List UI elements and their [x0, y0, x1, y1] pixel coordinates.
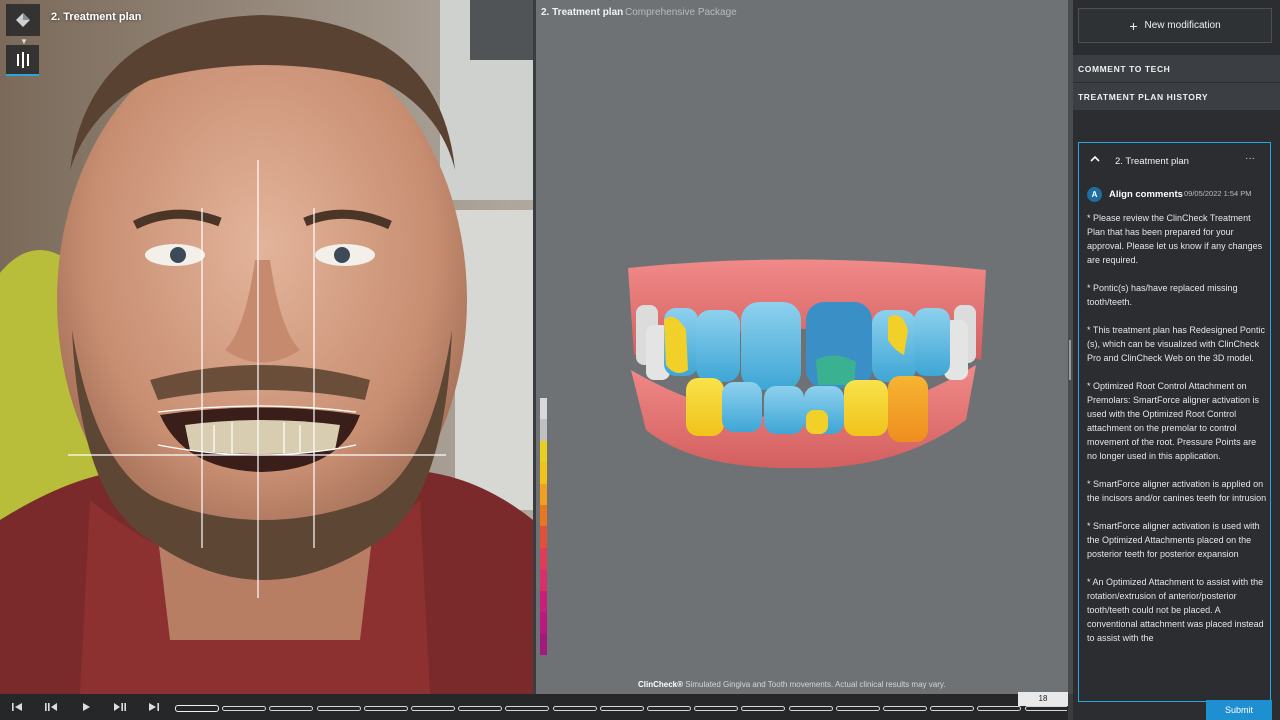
- comment-paragraph: * This treatment plan has Redesigned Pon…: [1087, 325, 1265, 363]
- timeline-stage-segment[interactable]: [505, 706, 550, 711]
- comment-paragraph: * SmartForce aligner activation is used …: [1087, 521, 1260, 559]
- comment-paragraph: * Pontic(s) has/have replaced missing to…: [1087, 283, 1238, 307]
- step-forward-icon: [114, 703, 126, 711]
- timeline-stage-segment[interactable]: [1024, 706, 1067, 711]
- timeline-stage-segment[interactable]: [977, 706, 1022, 711]
- skip-to-end-button[interactable]: [145, 700, 163, 714]
- timeline-stage-segment[interactable]: [222, 706, 267, 711]
- treatment-plan-card: 2. Treatment plan ··· A Align comments 0…: [1078, 142, 1271, 702]
- clincheck-3d-viewer[interactable]: 2. Treatment plan Comprehensive Package …: [536, 0, 1068, 694]
- app-window: ▼ 2. Treatment plan 2. Treatment plan Co…: [0, 0, 1280, 720]
- comment-paragraph: * Please review the ClinCheck Treatment …: [1087, 213, 1263, 265]
- disclaimer-brand: ClinCheck®: [638, 680, 684, 689]
- color-scale-swatch: [540, 462, 547, 484]
- new-modification-button[interactable]: + New modification: [1078, 8, 1272, 43]
- color-scale-swatch: [540, 633, 547, 655]
- timeline-stage-segment[interactable]: [647, 706, 691, 711]
- timeline-stage-segment[interactable]: [835, 706, 880, 711]
- bars-icon: [16, 51, 29, 68]
- stage-count-badge: 18: [1018, 692, 1068, 706]
- timeline-stage-segment[interactable]: [930, 706, 975, 711]
- skip-end-icon: [149, 703, 159, 711]
- comment-timestamp: 09/05/2022 1:54 PM: [1184, 189, 1252, 198]
- viewer-title: 2. Treatment plan: [541, 7, 624, 18]
- timeline-stage-segment[interactable]: [788, 706, 833, 711]
- ellipsis-icon[interactable]: ···: [1245, 153, 1255, 164]
- color-scale-swatch: [540, 547, 547, 570]
- skip-to-start-button[interactable]: [8, 700, 26, 714]
- view-toggle-button[interactable]: [6, 45, 39, 76]
- chevron-up-icon[interactable]: [1089, 153, 1101, 165]
- comment-to-tech-section[interactable]: COMMENT TO TECH: [1073, 55, 1280, 82]
- movement-color-scale: [540, 398, 547, 655]
- color-scale-swatch: [540, 569, 547, 591]
- comment-body: * Please review the ClinCheck Treatment …: [1087, 211, 1267, 659]
- step-back-button[interactable]: [42, 700, 60, 714]
- color-scale-swatch: [540, 419, 547, 441]
- splitter-grip[interactable]: [1069, 340, 1071, 380]
- timeline-stage-segment[interactable]: [599, 706, 644, 711]
- timeline-stage-segment[interactable]: [552, 706, 597, 711]
- color-scale-swatch: [540, 440, 547, 463]
- right-sidebar: + New modification COMMENT TO TECH TREAT…: [1073, 0, 1280, 720]
- avatar: A: [1087, 187, 1102, 202]
- viewer-subtitle: Comprehensive Package: [625, 7, 737, 18]
- treatment-plan-card-header[interactable]: 2. Treatment plan ···: [1079, 143, 1270, 177]
- color-scale-swatch: [540, 483, 547, 505]
- treatment-plan-card-title: 2. Treatment plan: [1115, 156, 1189, 167]
- play-icon: [83, 703, 90, 711]
- invisalign-diamond-icon: [16, 13, 30, 27]
- treatment-plan-history-section[interactable]: TREATMENT PLAN HISTORY: [1073, 83, 1280, 110]
- patient-photo-panel: ▼ 2. Treatment plan: [0, 0, 533, 694]
- comment-author: Align comments: [1109, 189, 1183, 200]
- timeline-stage-segment[interactable]: [269, 706, 314, 711]
- comment-paragraph: * Optimized Root Control Attachment on P…: [1087, 381, 1260, 461]
- disclaimer-text: Simulated Gingiva and Tooth movements. A…: [683, 680, 946, 689]
- play-button[interactable]: [77, 700, 95, 714]
- timeline-stage-segment[interactable]: [363, 706, 408, 711]
- plus-icon: +: [1129, 17, 1138, 34]
- color-scale-swatch: [540, 590, 547, 612]
- submit-button[interactable]: Submit: [1206, 700, 1272, 720]
- color-scale-swatch: [540, 398, 547, 420]
- step-back-icon: [45, 703, 57, 711]
- color-scale-swatch: [540, 611, 547, 634]
- timeline-stage-segment[interactable]: [411, 706, 455, 711]
- color-scale-swatch: [540, 504, 547, 527]
- timeline-track[interactable]: [175, 703, 1067, 720]
- timeline-stage-segment[interactable]: [741, 706, 786, 711]
- comment-paragraph: * An Optimized Attachment to assist with…: [1087, 577, 1264, 643]
- skip-start-icon: [12, 703, 22, 711]
- photo-panel-title: 2. Treatment plan: [51, 11, 142, 23]
- timeline-stage-segment[interactable]: [175, 705, 219, 712]
- app-menu-button[interactable]: ▼: [6, 4, 40, 46]
- step-forward-button[interactable]: [111, 700, 129, 714]
- timeline-stage-segment[interactable]: [316, 706, 361, 711]
- color-scale-swatch: [540, 526, 547, 548]
- clinical-disclaimer: ClinCheck® Simulated Gingiva and Tooth m…: [638, 680, 946, 689]
- timeline-stage-segment[interactable]: [883, 706, 927, 711]
- new-modification-label: New modification: [1144, 20, 1221, 31]
- stage-timeline: 18: [0, 692, 1068, 720]
- patient-smile-photo: [0, 0, 533, 694]
- comment-paragraph: * SmartForce aligner activation is appli…: [1087, 479, 1267, 503]
- dental-arch-model[interactable]: [536, 0, 1068, 694]
- timeline-stage-segment[interactable]: [458, 706, 503, 711]
- timeline-stage-segment[interactable]: [694, 706, 739, 711]
